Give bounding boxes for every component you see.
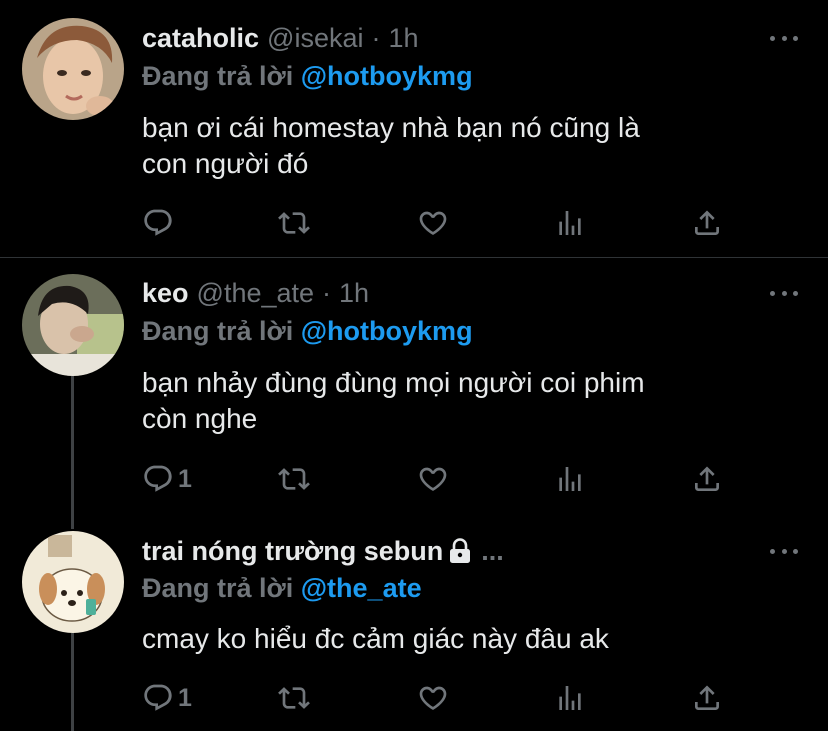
thread-line (71, 633, 74, 731)
separator: · (322, 277, 332, 308)
replying-to: Đang trả lời @hotboykmg (142, 61, 473, 92)
mention-link[interactable]: @the_ate (301, 573, 422, 603)
thread-line (71, 376, 74, 515)
heart-icon (417, 207, 449, 239)
retweet-button[interactable] (278, 205, 310, 241)
analytics-icon (554, 682, 586, 714)
like-button[interactable] (417, 461, 449, 497)
action-bar (142, 205, 732, 241)
action-bar: 1 (142, 461, 732, 497)
views-button[interactable] (554, 461, 586, 497)
tweet-3[interactable]: trai nóng trường sebun ... Đang trả lời … (0, 515, 828, 731)
retweet-icon (278, 682, 310, 714)
tweet-header: cataholic @isekai · 1h (142, 18, 748, 58)
timestamp[interactable]: 1h (339, 278, 369, 309)
tweet-text-line: bạn ơi cái homestay nhà bạn nó cũng là (142, 112, 640, 143)
mention-link[interactable]: @hotboykmg (301, 316, 473, 346)
tweet-text: bạn ơi cái homestay nhà bạn nó cũng là c… (142, 110, 782, 182)
action-bar: 1 (142, 680, 732, 716)
retweet-icon (278, 207, 310, 239)
user-handle[interactable]: @the_ate (197, 278, 315, 309)
views-button[interactable] (554, 680, 586, 716)
display-name[interactable]: cataholic (142, 23, 259, 54)
avatar[interactable] (22, 531, 124, 633)
replying-label: Đang trả lời (142, 573, 294, 603)
more-options-icon[interactable] (770, 28, 798, 48)
more-options-icon[interactable] (770, 541, 798, 561)
replying-to: Đang trả lời @hotboykmg (142, 316, 473, 347)
display-name[interactable]: keo (142, 278, 189, 309)
share-icon (691, 207, 723, 239)
analytics-icon (554, 207, 586, 239)
tweet-header: keo @the_ate · 1h (142, 273, 748, 313)
reply-icon (142, 682, 174, 714)
reply-icon (142, 207, 174, 239)
separator: · (371, 22, 381, 53)
timestamp[interactable]: 1h (389, 23, 419, 54)
share-icon (691, 682, 723, 714)
tweet-header: trai nóng trường sebun ... (142, 531, 748, 571)
tweet-1[interactable]: cataholic @isekai · 1h Đang trả lời @hot… (0, 0, 828, 257)
share-button[interactable] (691, 680, 723, 716)
like-button[interactable] (417, 205, 449, 241)
reply-button[interactable]: 1 (142, 680, 192, 716)
replying-label: Đang trả lời (142, 316, 294, 346)
tweet-text-line: bạn nhảy đùng đùng mọi người coi phim (142, 367, 645, 398)
lock-icon (450, 538, 471, 563)
like-button[interactable] (417, 680, 449, 716)
retweet-icon (278, 463, 310, 495)
reply-count: 1 (178, 683, 192, 712)
retweet-button[interactable] (278, 461, 310, 497)
tweet-text-line: cmay ko hiểu đc cảm giác này đâu ak (142, 623, 609, 654)
tweet-text: bạn nhảy đùng đùng mọi người coi phim cò… (142, 365, 782, 437)
replying-label: Đang trả lời (142, 61, 294, 91)
user-handle[interactable]: @isekai (267, 23, 363, 54)
tweet-text-line: còn nghe (142, 403, 258, 434)
reply-icon (142, 463, 174, 495)
share-button[interactable] (691, 461, 723, 497)
heart-icon (417, 463, 449, 495)
tweet-2[interactable]: keo @the_ate · 1h Đang trả lời @hotboykm… (0, 258, 828, 515)
share-button[interactable] (691, 205, 723, 241)
thread-line (71, 515, 74, 529)
heart-icon (417, 682, 449, 714)
reply-button[interactable]: 1 (142, 461, 192, 497)
share-icon (691, 463, 723, 495)
reply-button[interactable] (142, 205, 174, 241)
retweet-button[interactable] (278, 680, 310, 716)
views-button[interactable] (554, 205, 586, 241)
avatar[interactable] (22, 274, 124, 376)
reply-count: 1 (178, 464, 192, 493)
analytics-icon (554, 463, 586, 495)
mention-link[interactable]: @hotboykmg (301, 61, 473, 91)
replying-to: Đang trả lời @the_ate (142, 573, 422, 604)
tweet-text: cmay ko hiểu đc cảm giác này đâu ak (142, 621, 782, 657)
more-options-icon[interactable] (770, 283, 798, 303)
avatar[interactable] (22, 18, 124, 120)
display-name[interactable]: trai nóng trường sebun (142, 536, 443, 567)
truncation-ellipsis: ... (481, 535, 504, 566)
tweet-text-line: con người đó (142, 148, 309, 179)
